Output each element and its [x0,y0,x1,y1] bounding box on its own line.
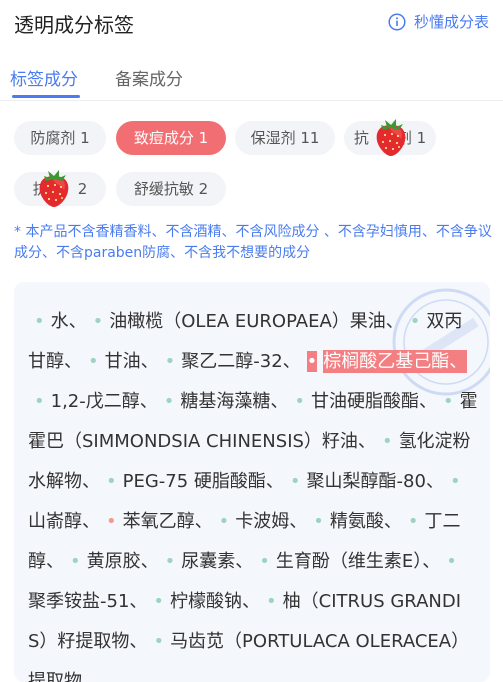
strawberry-sticker-icon [39,170,69,207]
ingredient-dot: • [88,351,99,372]
ingredient-item[interactable]: • 卡波姆、 [213,511,308,532]
ingredient-item[interactable]: • 黄原胶、 [64,551,159,572]
ingredient-name: 甘油硬脂酸酯、 [311,391,437,412]
ingredient-item[interactable]: • 柠檬酸钠、 [147,591,260,612]
ingredient-list: • 水、 • 油橄榄（OLEA EUROPAEA）果油、 • 双丙甘醇、 • 甘油、 • 聚乙二醇… [28,302,478,682]
active-tab-indicator [12,95,80,98]
ingredient-dot: • [106,511,117,532]
ingredient-item[interactable]: • 聚山梨醇酯-80、 [284,471,444,492]
ingredient-name: PEG-75 硬脂酸酯、 [122,471,284,492]
ingredient-dot: • [153,631,165,652]
ingredient-item[interactable]: • 水、 [28,311,87,332]
ingredient-name: 生育酚（维生素E）、 [275,551,441,572]
ingredient-item[interactable]: • 聚乙二醇-32、 [159,351,301,372]
ingredient-name: 水、 [50,311,87,332]
ingredient-item[interactable]: • 尿囊素、 [159,551,254,572]
ingredient-dot: • [313,511,324,532]
ingredient-name: 糖基海藻糖、 [180,391,289,412]
ingredient-name: 苯氧乙醇、 [122,511,213,532]
chip-anti-second-suffix: 2 [77,180,88,198]
ingredient-guide-link[interactable]: 秒懂成分表 [388,11,489,32]
ingredient-dot: • [449,471,461,492]
ingredient-dot: • [446,551,457,572]
chip-antioxidant-prefix: 抗 [353,129,369,147]
ingredient-dot: • [409,311,421,332]
ingredient-dot: • [34,391,45,412]
chip-humectant[interactable]: 保湿剂 11 [235,121,335,155]
ingredient-name: 聚季铵盐-51、 [28,591,148,612]
ingredient-dot: • [259,551,270,572]
ingredient-dot: • [92,311,104,332]
chip-soothing[interactable]: 舒缓抗敏 2 [116,172,226,206]
ingredient-dot: • [443,391,454,412]
ingredient-name: 聚山梨醇酯-80、 [306,471,444,492]
info-icon [388,12,406,31]
ingredient-dot: • [381,431,393,452]
ingredient-item[interactable]: • 苯氧乙醇、 [100,511,213,532]
ingredient-dot: • [164,351,176,372]
ingredient-dot: • [266,591,277,612]
ingredient-dot: • [218,511,230,532]
ingredient-dot: • [407,511,419,532]
ingredient-dot: • [163,391,175,412]
ingredient-name: 卡波姆、 [235,511,308,532]
ingredient-item[interactable]: • 甘油、 [82,351,159,372]
ingredient-name: 油橄榄（OLEA EUROPAEA）果油、 [109,311,404,332]
ingredient-item[interactable]: • 精氨酸、 [307,511,402,532]
chip-preservative[interactable]: 防腐剂 1 [14,121,106,155]
ingredient-name: 甘油、 [104,351,159,372]
ingredient-item[interactable]: • 油橄榄（OLEA EUROPAEA）果油、 [87,311,404,332]
ingredient-dot: • [164,551,176,572]
tab-filed-ingredients[interactable]: 备案成分 [115,65,183,90]
ingredient-item[interactable]: • 糖基海藻糖、 [158,391,289,412]
page-title: 透明成分标签 [14,13,134,37]
ingredient-name: 棕榈酸乙基己酯、 [323,350,468,373]
ingredient-dot: • [106,471,117,492]
ingredient-name: 尿囊素、 [181,551,254,572]
ingredient-dot: • [306,351,318,372]
ingredient-dot: • [294,391,305,412]
ingredient-name: 1,2-戊二醇、 [50,391,158,412]
exclusion-note: * 本产品不含香精香料、不含酒精、不含风险成分 、不含孕妇慎用、不含争议成分、不… [14,224,492,261]
ingredient-dot: • [34,311,45,332]
ingredient-name: 柠檬酸钠、 [170,591,261,612]
ingredient-item[interactable]: • 甘油硬脂酸酯、 [288,391,437,412]
ingredient-item[interactable]: • 1,2-戊二醇、 [28,391,158,412]
ingredient-card: • 水、 • 油橄榄（OLEA EUROPAEA）果油、 • 双丙甘醇、 • 甘油、 • 聚乙二醇… [14,282,490,682]
ingredient-guide-label: 秒懂成分表 [413,13,489,31]
tab-label-ingredients[interactable]: 标签成分 [10,65,78,90]
header: 透明成分标签 秒懂成分表 [0,0,503,44]
ingredient-item[interactable]: • 棕榈酸乙基己酯、 [301,350,468,373]
ingredient-name: 聚乙二醇-32、 [181,351,301,372]
ingredient-dot: • [70,551,81,572]
tab-bar: 标签成分 备案成分 [0,62,503,101]
ingredient-item[interactable]: • 生育酚（维生素E）、 [253,551,440,572]
ingredient-dot: • [153,591,165,612]
chip-acne-causing[interactable]: 致痘成分 1 [116,121,226,155]
ingredient-dot: • [289,471,301,492]
ingredient-name: 精氨酸、 [329,511,402,532]
ingredient-item[interactable]: • PEG-75 硬脂酸酯、 [100,471,284,492]
ingredient-name: 黄原胶、 [86,551,159,572]
ingredient-name: 山嵛醇、 [28,511,100,532]
strawberry-sticker-icon [376,119,406,156]
